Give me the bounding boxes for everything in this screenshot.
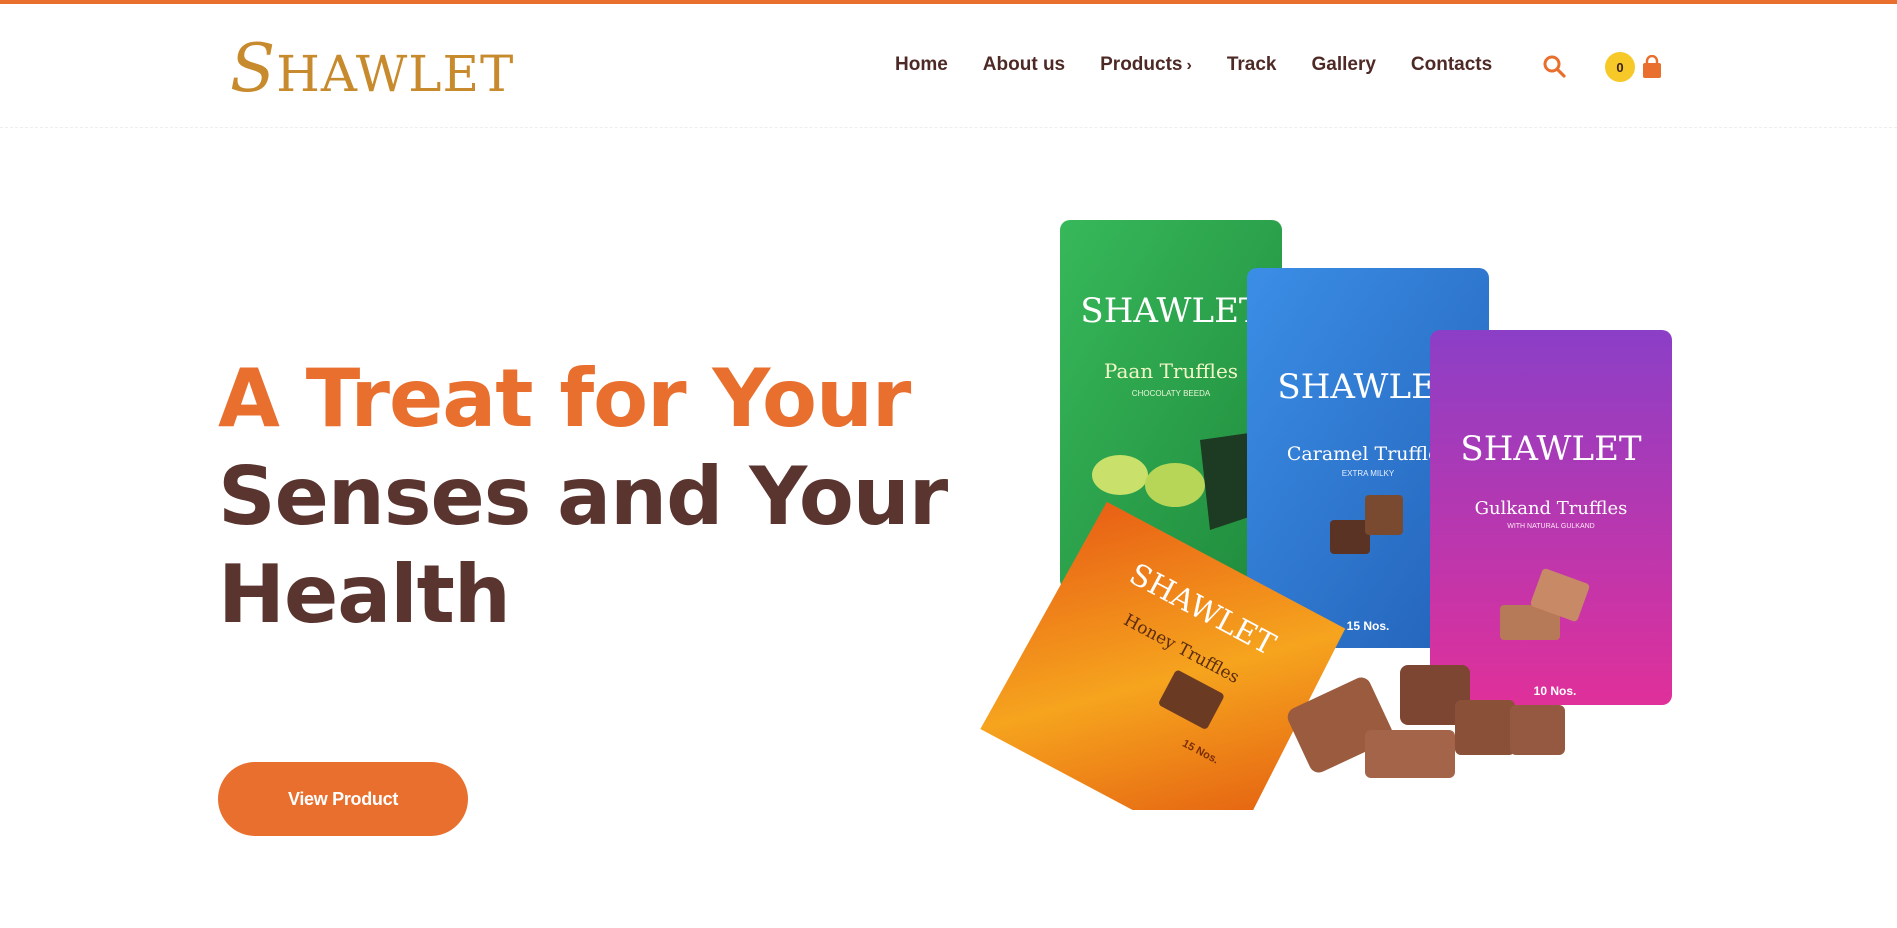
product-image[interactable]: SHAWLET Paan Truffles CHOCOLATY BEEDA SH… <box>970 210 1690 810</box>
nav-item-home[interactable]: Home <box>895 54 948 76</box>
pouch-paan-brand: SHAWLET <box>1080 291 1261 331</box>
nav-item-about[interactable]: About us <box>983 54 1065 76</box>
nav-item-contacts[interactable]: Contacts <box>1411 54 1492 76</box>
nav-item-track[interactable]: Track <box>1227 54 1277 76</box>
hero-title-line-1: A Treat for Your <box>218 352 911 445</box>
brand-logo[interactable]: SHAWLET <box>230 32 514 102</box>
cart-count-badge: 0 <box>1605 52 1635 82</box>
pouch-caramel-subtitle: EXTRA MILKY <box>1342 469 1395 478</box>
chevron-right-icon: › <box>1186 57 1192 74</box>
hero-title-line-3: Health <box>218 548 511 641</box>
hero-title-line-2: Senses and Your <box>218 450 948 543</box>
nav-item-products-label: Products <box>1100 54 1183 75</box>
pouch-gulkand-count: 10 Nos. <box>1534 684 1577 698</box>
brand-logo-text: SHAWLET <box>230 30 515 107</box>
pouch-gulkand-brand: SHAWLET <box>1460 429 1641 469</box>
main-nav: Home About us Products › Track Gallery Co… <box>895 54 1527 76</box>
cart[interactable]: 0 <box>1605 52 1663 82</box>
pouch-gulkand-name: Gulkand Truffles <box>1475 498 1628 519</box>
pouch-gulkand-subtitle: WITH NATURAL GULKAND <box>1507 523 1595 530</box>
pouch-paan-name: Paan Truffles <box>1104 359 1238 383</box>
pouch-caramel-name: Caramel Truffles <box>1287 443 1449 465</box>
nav-item-gallery[interactable]: Gallery <box>1311 54 1375 76</box>
view-product-button[interactable]: View Product <box>218 762 468 836</box>
pouch-paan-subtitle: CHOCOLATY BEEDA <box>1132 389 1211 398</box>
site-header: SHAWLET Home About us Products › Track Ga… <box>0 4 1897 128</box>
search-icon[interactable] <box>1542 54 1566 78</box>
hero-title: A Treat for Your Senses and Your Health <box>218 350 948 644</box>
nav-item-products[interactable]: Products › <box>1100 54 1192 76</box>
pouch-caramel-count: 15 Nos. <box>1347 619 1390 633</box>
pouch-gulkand-truffles: SHAWLET Gulkand Truffles WITH NATURAL GU… <box>1430 330 1672 705</box>
shopping-bag-icon[interactable] <box>1641 55 1663 79</box>
